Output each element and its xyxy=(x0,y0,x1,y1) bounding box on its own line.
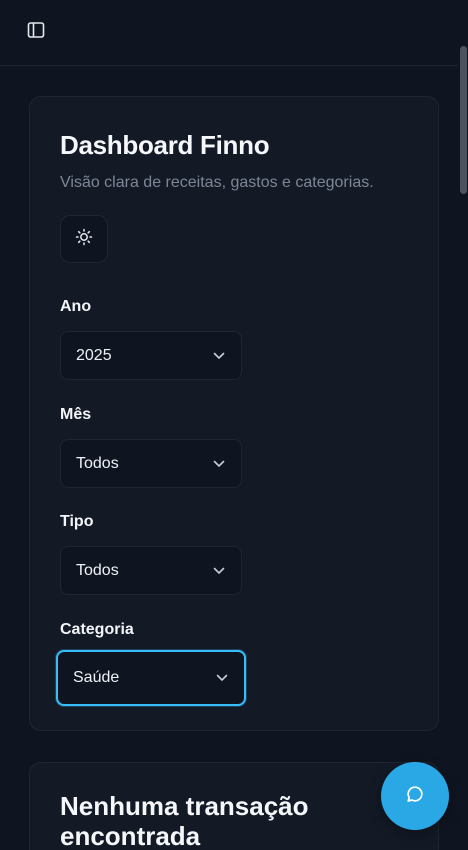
category-select[interactable]: Saúde xyxy=(56,650,246,706)
category-label: Categoria xyxy=(60,621,134,638)
year-label: Ano xyxy=(60,298,92,315)
top-bar xyxy=(0,0,458,66)
chevron-down-icon xyxy=(216,669,228,687)
filters-card: Dashboard Finno Visão clara de receitas,… xyxy=(29,96,439,731)
month-select-value: Todos xyxy=(76,454,119,472)
sidebar-panel-icon xyxy=(27,21,45,44)
scrollbar-thumb[interactable] xyxy=(460,46,467,194)
chevron-down-icon xyxy=(213,455,225,473)
sun-icon xyxy=(75,228,93,251)
month-label: Mês xyxy=(60,406,92,423)
empty-state-title: Nenhuma transação encontrada xyxy=(60,791,309,850)
year-select[interactable]: 2025 xyxy=(60,331,242,380)
year-select-value: 2025 xyxy=(76,346,112,364)
empty-state-card: Nenhuma transação encontrada xyxy=(29,762,439,850)
chevron-down-icon xyxy=(213,562,225,580)
type-label: Tipo xyxy=(60,513,94,530)
category-select-value: Saúde xyxy=(73,669,120,686)
sidebar-toggle-button[interactable] xyxy=(20,16,52,48)
page-subtitle: Visão clara de receitas, gastos e catego… xyxy=(60,174,374,191)
chat-button[interactable] xyxy=(381,762,449,830)
page-title: Dashboard Finno xyxy=(60,130,270,160)
type-select-value: Todos xyxy=(76,561,119,579)
type-select[interactable]: Todos xyxy=(60,546,242,595)
month-select[interactable]: Todos xyxy=(60,439,242,488)
chat-bubble-icon xyxy=(405,784,425,809)
chevron-down-icon xyxy=(213,347,225,365)
theme-toggle-button[interactable] xyxy=(60,215,108,263)
scrollbar[interactable] xyxy=(458,0,468,850)
